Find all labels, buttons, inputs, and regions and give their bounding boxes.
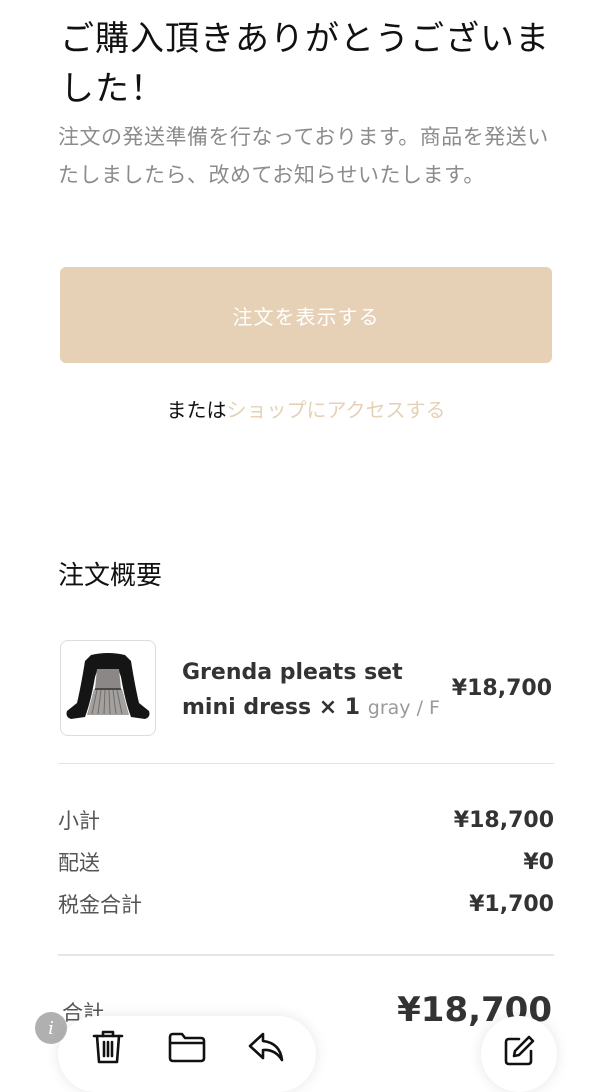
shipping-value: ¥0	[523, 849, 554, 875]
reply-icon	[249, 1032, 284, 1062]
shipping-label: 配送	[58, 851, 100, 875]
product-image	[60, 640, 156, 736]
subtotal-row: 小計 ¥18,700	[58, 800, 554, 840]
delete-button[interactable]	[86, 1025, 130, 1069]
tax-label: 税金合計	[58, 893, 142, 917]
shop-link[interactable]: ショップにアクセスする	[227, 398, 446, 422]
reply-button[interactable]	[244, 1025, 288, 1069]
shipping-row: 配送 ¥0	[58, 842, 554, 882]
divider	[58, 954, 554, 956]
subtotal-value: ¥18,700	[453, 807, 554, 833]
page-title: ご購入頂きありがとうございました！	[60, 19, 550, 109]
tax-row: 税金合計 ¥1,700	[58, 884, 554, 924]
product-price: ¥18,700	[451, 676, 552, 701]
folder-icon	[168, 1032, 206, 1063]
product-info: Grenda pleats set mini dress × 1 gray / …	[182, 655, 442, 726]
info-icon[interactable]: i	[35, 1012, 67, 1044]
shop-access-line: またはショップにアクセスする	[0, 392, 612, 428]
or-text: または	[166, 398, 227, 422]
order-summary-heading: 注文概要	[58, 561, 163, 591]
trash-icon	[92, 1030, 123, 1064]
compose-icon	[504, 1035, 535, 1066]
move-folder-button[interactable]	[165, 1025, 209, 1069]
confirmation-message: 注文の発送準備を行なっております。商品を発送いたしましたら、改めてお知らせいたし…	[58, 125, 549, 187]
subtotal-label: 小計	[58, 809, 100, 833]
mail-toolbar	[58, 1016, 316, 1092]
product-variant: gray / F	[367, 697, 440, 719]
view-order-button[interactable]: 注文を表示する	[60, 267, 552, 363]
tax-value: ¥1,700	[469, 891, 554, 917]
order-confirmation-page: ご購入頂きありがとうございました！ 注文の発送準備を行なっております。商品を発送…	[0, 0, 612, 1092]
divider	[58, 763, 554, 764]
view-order-button-label: 注文を表示する	[232, 304, 380, 329]
product-dress-image	[66, 653, 150, 719]
compose-button[interactable]	[481, 1016, 557, 1092]
